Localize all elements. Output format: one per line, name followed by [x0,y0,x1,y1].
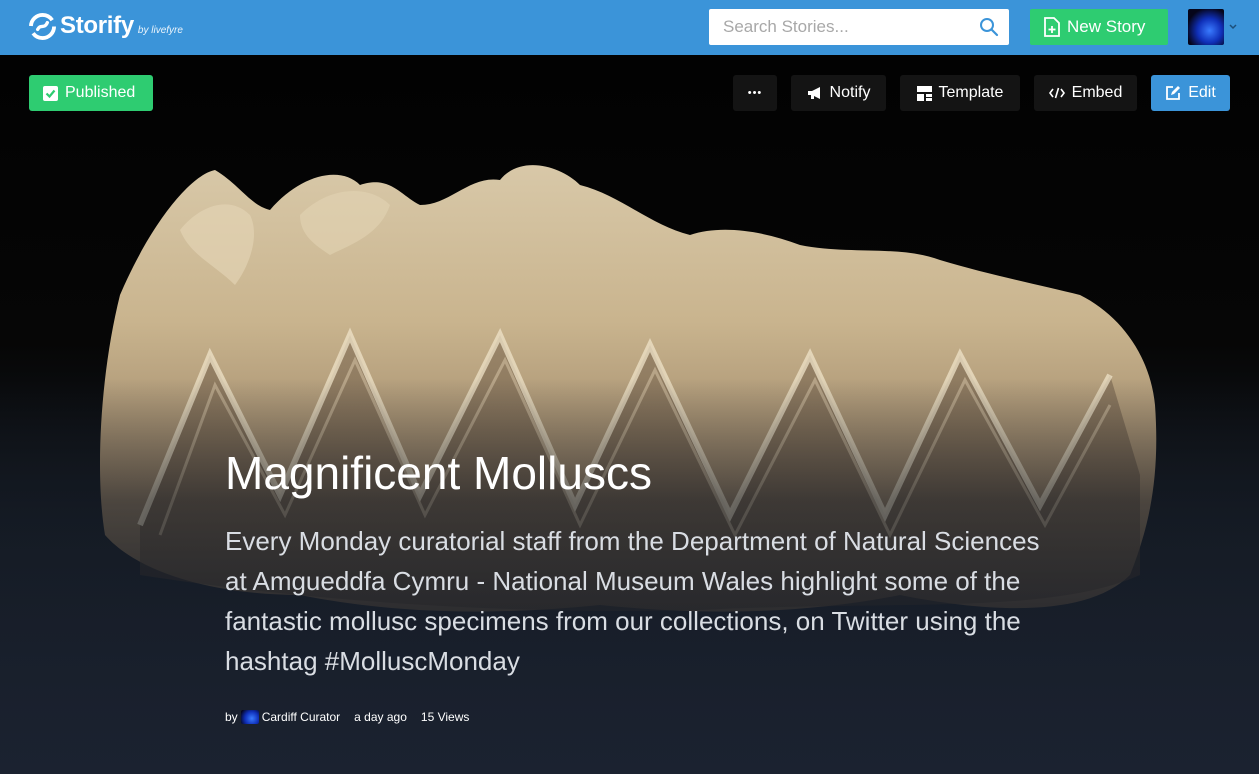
template-label: Template [938,84,1004,101]
story-title: Magnificent Molluscs [225,447,652,499]
logo-byline: by livefyre [137,25,183,36]
more-options-icon: ••• [747,87,763,99]
top-navigation-bar: Storify by livefyre New Story [0,0,1259,55]
embed-label: Embed [1071,84,1123,101]
more-options-button[interactable]: ••• [733,75,777,111]
published-label: Published [65,84,136,101]
megaphone-icon [807,87,820,99]
template-button[interactable]: Template [900,75,1020,111]
new-story-button[interactable]: New Story [1030,9,1168,45]
published-status-button[interactable]: Published [29,75,153,111]
storify-logo[interactable]: Storify by livefyre [29,12,183,40]
edit-icon [1166,86,1181,100]
author-avatar[interactable] [240,710,259,724]
logo-name: Storify [60,12,134,39]
embed-button[interactable]: Embed [1034,75,1137,111]
search-box [709,9,1009,45]
template-icon [916,85,932,101]
user-avatar[interactable] [1188,9,1224,45]
search-icon[interactable] [979,17,999,37]
story-hero: Published ••• Notify Template Embed Edit [0,55,1259,774]
notify-button[interactable]: Notify [791,75,886,111]
edit-label: Edit [1188,84,1216,101]
story-byline: by Cardiff Curator a day ago 15 Views [225,710,469,724]
story-description: Every Monday curatorial staff from the D… [225,526,1040,676]
edit-button[interactable]: Edit [1151,75,1230,111]
author-name[interactable]: Cardiff Curator [262,710,340,724]
new-story-label: New Story [1067,17,1146,36]
checkbox-icon [43,85,58,101]
notify-label: Notify [829,84,871,101]
view-count: 15 Views [420,710,470,724]
chevron-down-icon[interactable] [1228,22,1238,32]
search-input[interactable] [709,9,969,45]
byline-prefix: by [225,710,238,724]
storify-logo-icon [29,13,56,40]
new-document-icon [1044,17,1060,37]
published-time: a day ago [354,710,407,724]
code-icon [1048,87,1065,99]
